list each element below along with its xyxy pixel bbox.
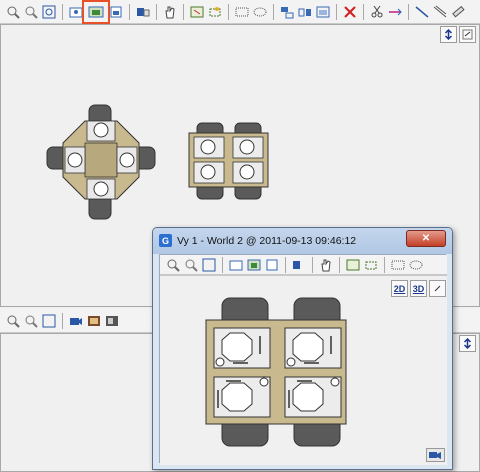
place-setting — [284, 376, 342, 418]
toolbar-separator — [62, 3, 63, 20]
pan-hand-icon[interactable] — [318, 257, 334, 273]
group-icon[interactable] — [315, 4, 331, 20]
zoom-out-icon[interactable] — [23, 4, 39, 20]
dotted-rect-icon[interactable] — [390, 257, 406, 273]
toolbar-separator — [62, 312, 63, 329]
toolbar-separator — [228, 3, 229, 20]
zoom-fit-icon[interactable] — [41, 313, 57, 329]
toolbar-separator — [129, 3, 130, 20]
align-icon[interactable] — [279, 4, 295, 20]
toolbar-separator — [273, 3, 274, 20]
place-setting — [213, 376, 271, 418]
window-toolbar — [160, 255, 447, 275]
place-setting — [86, 178, 116, 200]
zoom-in-icon[interactable] — [5, 4, 21, 20]
dotted-lasso-icon[interactable] — [408, 257, 424, 273]
toolbar-separator — [156, 3, 157, 20]
toolbar-separator — [363, 3, 364, 20]
measure-icon[interactable] — [387, 4, 403, 20]
zoom-window-icon[interactable] — [68, 4, 84, 20]
place-setting — [86, 120, 116, 142]
camera-dropdown[interactable] — [426, 448, 445, 462]
select-window-icon[interactable] — [345, 257, 361, 273]
main-toolbar — [0, 0, 480, 24]
app-icon: G — [159, 234, 172, 247]
cut-icon[interactable] — [369, 4, 385, 20]
window-title-bar[interactable]: G Vy 1 - World 2 @ 2011-09-13 09:46:12 ✕ — [153, 228, 452, 254]
zoom-fit-icon[interactable] — [201, 257, 217, 273]
render-settings-icon[interactable] — [104, 313, 120, 329]
toolbar-separator — [285, 256, 286, 273]
window-body: 2D 3D — [159, 254, 447, 465]
round-table-group[interactable] — [46, 104, 156, 220]
zoom-page-icon[interactable] — [108, 4, 124, 20]
place-setting — [232, 161, 264, 184]
dotted-rect-icon[interactable] — [234, 4, 250, 20]
toolbar-separator — [339, 256, 340, 273]
zoom-page-icon[interactable] — [264, 257, 280, 273]
dotted-lasso-icon[interactable] — [252, 4, 268, 20]
toolbar-separator — [222, 256, 223, 273]
toolbar-separator — [384, 256, 385, 273]
zoom-in-icon[interactable] — [5, 313, 21, 329]
window-plan-view[interactable]: 2D 3D — [160, 275, 447, 465]
toolbar-separator — [336, 3, 337, 20]
camera-icon[interactable] — [68, 313, 84, 329]
view-window[interactable]: G Vy 1 - World 2 @ 2011-09-13 09:46:12 ✕… — [152, 227, 453, 470]
camera-icon — [428, 451, 441, 459]
delete-icon[interactable] — [342, 4, 358, 20]
distribute-icon[interactable] — [297, 4, 313, 20]
layers-icon[interactable] — [135, 4, 151, 20]
pan-hand-icon[interactable] — [162, 4, 178, 20]
layers-icon[interactable] — [291, 257, 307, 273]
line-icon[interactable] — [414, 4, 430, 20]
place-setting — [232, 136, 264, 159]
dimension-icon[interactable] — [432, 4, 448, 20]
select-window-icon[interactable] — [189, 4, 205, 20]
ruler-icon[interactable] — [450, 4, 466, 20]
zoom-in-icon[interactable] — [165, 257, 181, 273]
zoom-out-icon[interactable] — [23, 313, 39, 329]
window-title: Vy 1 - World 2 @ 2011-09-13 09:46:12 — [177, 235, 357, 247]
zoomed-table[interactable] — [160, 276, 447, 465]
zoom-selection-icon[interactable] — [82, 0, 110, 24]
place-setting — [193, 161, 225, 184]
place-setting — [64, 146, 86, 174]
toolbar-separator — [408, 3, 409, 20]
place-setting — [193, 136, 225, 159]
rect-table-group[interactable] — [188, 122, 269, 200]
zoom-selection-icon[interactable] — [246, 257, 262, 273]
zoom-out-icon[interactable] — [183, 257, 199, 273]
place-setting — [116, 146, 138, 174]
view-direction-button[interactable] — [459, 335, 476, 352]
toolbar-separator — [183, 3, 184, 20]
zoom-fit-icon[interactable] — [41, 4, 57, 20]
zoom-window-icon[interactable] — [228, 257, 244, 273]
select-cross-icon[interactable] — [207, 4, 223, 20]
select-cross-icon[interactable] — [363, 257, 379, 273]
close-button[interactable]: ✕ — [406, 230, 446, 247]
toolbar-separator — [312, 256, 313, 273]
render-icon[interactable] — [86, 313, 102, 329]
place-setting — [284, 327, 342, 369]
table-center — [84, 142, 118, 178]
place-setting — [213, 327, 271, 369]
